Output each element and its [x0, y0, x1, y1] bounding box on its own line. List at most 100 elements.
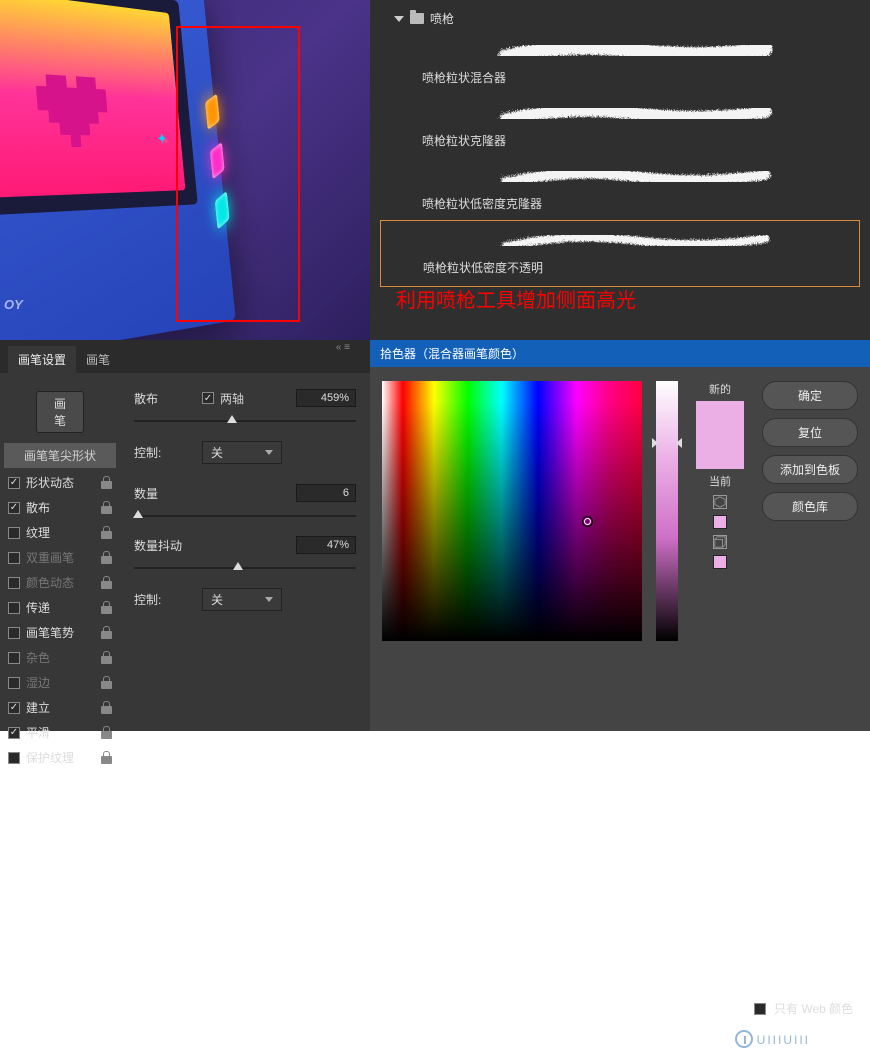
option-checkbox[interactable] [8, 652, 20, 664]
scatter-slider[interactable] [134, 415, 356, 427]
control2-dropdown[interactable]: 关 [202, 588, 282, 611]
option-label: 建立 [26, 699, 95, 716]
count-label: 数量 [134, 485, 190, 502]
add-swatch-button[interactable]: 添加到色板 [762, 455, 858, 484]
brush-preset-item[interactable]: 喷枪粒状低密度克隆器 [380, 157, 860, 220]
option-checkbox[interactable] [8, 602, 20, 614]
panel-menu-icon[interactable]: « ≡ [336, 342, 350, 353]
web-only-checkbox[interactable] [754, 1003, 766, 1015]
option-row[interactable]: 散布 [6, 495, 114, 520]
web-only-label: 只有 Web 颜色 [774, 1000, 853, 1017]
option-checkbox[interactable] [8, 477, 20, 489]
reset-button[interactable]: 复位 [762, 418, 858, 447]
ok-button[interactable]: 确定 [762, 381, 858, 410]
option-label: 颜色动态 [26, 574, 95, 591]
count-slider[interactable] [134, 510, 356, 522]
option-checkbox[interactable] [8, 702, 20, 714]
option-row[interactable]: 传递 [6, 595, 114, 620]
lock-icon[interactable] [101, 476, 112, 489]
count-value[interactable]: 6 [296, 484, 356, 502]
option-row[interactable]: 保护纹理 [6, 745, 114, 770]
brush-settings-panel: « ≡ 画笔设置 画笔 画笔 画笔笔尖形状 形状动态散布纹理双重画笔颜色动态传递… [0, 340, 370, 731]
option-row[interactable]: 纹理 [6, 520, 114, 545]
option-row[interactable]: 平滑 [6, 720, 114, 745]
option-checkbox[interactable] [8, 577, 20, 589]
lock-icon[interactable] [101, 501, 112, 514]
option-checkbox[interactable] [8, 552, 20, 564]
lock-icon[interactable] [101, 576, 112, 589]
option-row[interactable]: 形状动态 [6, 470, 114, 495]
lock-icon[interactable] [101, 701, 112, 714]
lock-icon[interactable] [101, 726, 112, 739]
option-row[interactable]: 画笔笔势 [6, 620, 114, 645]
option-label: 形状动态 [26, 474, 95, 491]
render-preview: DOT MATRIX WITJ STEREO SOUND OY [0, 0, 370, 340]
brush-stroke-preview [422, 33, 846, 65]
current-label: 当前 [692, 473, 748, 489]
option-label: 保护纹理 [26, 749, 95, 766]
option-checkbox[interactable] [8, 627, 20, 639]
hue-indicator [652, 438, 682, 448]
option-checkbox[interactable] [8, 527, 20, 539]
options-sidebar: 画笔 画笔笔尖形状 形状动态散布纹理双重画笔颜色动态传递画笔笔势杂色湿边建立平滑… [0, 383, 120, 774]
option-checkbox[interactable] [8, 752, 20, 764]
gamut-warning-icon[interactable] [713, 495, 727, 509]
new-swatch [696, 401, 744, 435]
screen-frame: DOT MATRIX WITJ STEREO SOUND [0, 0, 198, 218]
chevron-down-icon [394, 16, 404, 22]
lock-icon[interactable] [101, 551, 112, 564]
color-lib-button[interactable]: 颜色库 [762, 492, 858, 521]
option-label: 画笔笔势 [26, 624, 95, 641]
brush-stroke-preview [423, 223, 845, 255]
current-swatch[interactable] [696, 435, 744, 469]
scatter-value[interactable]: 459% [296, 389, 356, 407]
tab-brush-settings[interactable]: 画笔设置 [8, 346, 76, 373]
hue-slider[interactable] [656, 381, 678, 641]
settings-area: 散布 两轴 459% 控制: 关 数量 6 数量抖动 [120, 383, 370, 774]
option-label: 传递 [26, 599, 95, 616]
brush-preset-item[interactable]: 喷枪粒状混合器 [380, 31, 860, 94]
option-checkbox[interactable] [8, 727, 20, 739]
brush-preset-item[interactable]: 喷枪粒状克隆器 [380, 94, 860, 157]
color-spectrum[interactable] [382, 381, 642, 641]
shape-header[interactable]: 画笔笔尖形状 [4, 443, 116, 468]
brush-label: 喷枪粒状低密度克隆器 [422, 193, 846, 218]
option-checkbox[interactable] [8, 677, 20, 689]
lock-icon[interactable] [101, 526, 112, 539]
brush-folder-row[interactable]: 喷枪 [380, 6, 860, 31]
annotation-text: 利用喷枪工具增加侧面高光 [380, 268, 636, 313]
device-screen [0, 0, 186, 199]
cube-icon[interactable] [713, 535, 727, 549]
control2-label: 控制: [134, 591, 190, 608]
control1-dropdown[interactable]: 关 [202, 441, 282, 464]
web-only-row[interactable]: 只有 Web 颜色 [754, 1000, 853, 1017]
new-label: 新的 [692, 381, 748, 397]
option-row[interactable]: 颜色动态 [6, 570, 114, 595]
sparkle-icon [156, 130, 173, 150]
picker-indicator [582, 516, 593, 527]
brush-label: 喷枪粒状混合器 [422, 67, 846, 92]
lock-icon[interactable] [101, 601, 112, 614]
lock-icon[interactable] [101, 751, 112, 764]
color-picker-dialog: 拾色器（混合器画笔颜色） 新的 当前 确定 复位 添加到色板 颜色库 [370, 340, 870, 731]
option-row[interactable]: 双重画笔 [6, 545, 114, 570]
option-row[interactable]: 湿边 [6, 670, 114, 695]
option-row[interactable]: 建立 [6, 695, 114, 720]
jitter-value[interactable]: 47% [296, 536, 356, 554]
chevron-down-icon [265, 450, 273, 455]
jitter-slider[interactable] [134, 562, 356, 574]
lock-icon[interactable] [101, 626, 112, 639]
option-checkbox[interactable] [8, 502, 20, 514]
gamut-swatch[interactable] [713, 515, 727, 529]
both-axis-checkbox[interactable] [202, 392, 214, 404]
option-label: 杂色 [26, 649, 95, 666]
option-label: 双重画笔 [26, 549, 95, 566]
brush-button[interactable]: 画笔 [36, 391, 84, 433]
option-label: 纹理 [26, 524, 95, 541]
highlight-box [176, 26, 300, 322]
option-row[interactable]: 杂色 [6, 645, 114, 670]
tab-brushes[interactable]: 画笔 [76, 346, 120, 373]
lock-icon[interactable] [101, 676, 112, 689]
websafe-swatch[interactable] [713, 555, 727, 569]
lock-icon[interactable] [101, 651, 112, 664]
